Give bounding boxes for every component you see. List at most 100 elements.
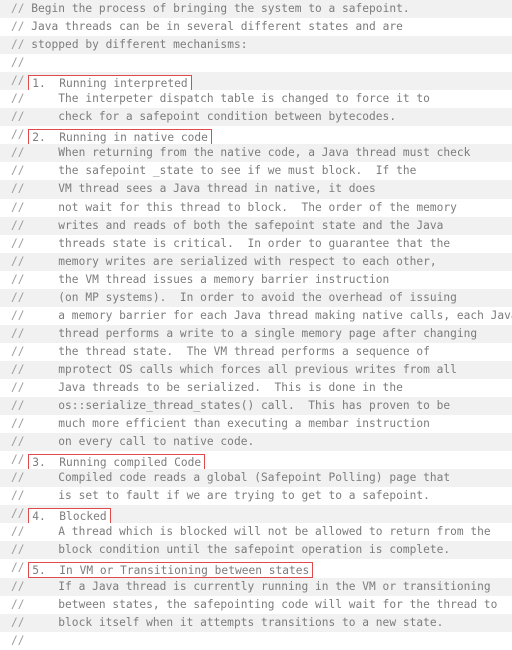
code-line[interactable]: // memory writes are serialized with res… xyxy=(0,252,512,271)
code-line[interactable]: // check for a safepoint condition betwe… xyxy=(0,108,512,127)
comment-text: between states, the safepointing code wi… xyxy=(58,597,498,611)
code-line[interactable]: // (on MP systems). In order to avoid th… xyxy=(0,288,512,307)
comment-text: mprotect OS calls which forces all previ… xyxy=(58,362,457,376)
code-line[interactable]: // 2. Running in native code xyxy=(0,126,512,145)
code-view[interactable]: // Begin the process of bringing the sys… xyxy=(0,0,512,650)
comment-marker: // xyxy=(11,380,25,394)
highlighted-list-item[interactable]: 4. Blocked xyxy=(28,507,111,524)
comment-text: When returning from the native code, a J… xyxy=(58,146,471,160)
code-line[interactable]: // the thread state. The VM thread perfo… xyxy=(0,342,512,361)
comment-marker: // xyxy=(11,164,25,178)
code-line[interactable]: // a memory barrier for each Java thread… xyxy=(0,306,512,325)
comment-text: stopped by different mechanisms: xyxy=(31,38,248,52)
comment-marker: // xyxy=(11,38,25,52)
code-line[interactable]: // When returning from the native code, … xyxy=(0,144,512,163)
highlighted-list-item[interactable]: 1. Running interpreted xyxy=(28,74,192,91)
code-line[interactable]: // between states, the safepointing code… xyxy=(0,595,512,614)
comment-marker: // xyxy=(11,525,25,539)
comment-text: the thread state. The VM thread performs… xyxy=(58,344,430,358)
code-line[interactable]: // block itself when it attempts transit… xyxy=(0,613,512,632)
comment-marker: // xyxy=(11,290,25,304)
comment-marker: // xyxy=(11,92,25,106)
highlighted-list-item[interactable]: 2. Running in native code xyxy=(28,128,212,145)
comment-marker: // xyxy=(11,344,25,358)
comment-marker: // xyxy=(11,489,25,503)
code-line[interactable]: // VM thread sees a Java thread in nativ… xyxy=(0,180,512,199)
code-line[interactable]: // threads state is critical. In order t… xyxy=(0,234,512,253)
code-line[interactable]: // on every call to native code. xyxy=(0,433,512,452)
comment-text: check for a safepoint condition between … xyxy=(58,110,397,124)
comment-marker: // xyxy=(11,182,25,196)
comment-marker: // xyxy=(11,417,25,431)
comment-marker: // xyxy=(11,507,25,521)
comment-text: Java threads can be in several different… xyxy=(31,20,403,34)
comment-text: block itself when it attempts transition… xyxy=(58,615,444,629)
code-line[interactable]: // stopped by different mechanisms: xyxy=(0,36,512,55)
comment-marker: // xyxy=(11,308,25,322)
comment-text: not wait for this thread to block. The o… xyxy=(58,200,457,214)
code-line[interactable]: // is set to fault if we are trying to g… xyxy=(0,487,512,506)
comment-text: on every call to native code. xyxy=(58,435,255,449)
comment-marker: // xyxy=(11,453,25,467)
comment-text: VM thread sees a Java thread in native, … xyxy=(58,182,376,196)
comment-marker: // xyxy=(11,218,25,232)
code-line[interactable]: // mprotect OS calls which forces all pr… xyxy=(0,360,512,379)
code-line[interactable]: // block condition until the safepoint o… xyxy=(0,541,512,560)
code-line[interactable]: // The interpeter dispatch table is chan… xyxy=(0,90,512,109)
comment-text: thread performs a write to a single memo… xyxy=(58,326,478,340)
comment-text: is set to fault if we are trying to get … xyxy=(58,489,430,503)
code-line[interactable]: // xyxy=(0,54,512,73)
highlighted-list-item[interactable]: 3. Running compiled Code xyxy=(28,453,206,470)
comment-text: memory writes are serialized with respec… xyxy=(58,254,437,268)
comment-marker: // xyxy=(11,74,25,88)
code-line[interactable]: // Java threads to be serialized. This i… xyxy=(0,378,512,398)
code-line[interactable]: // 3. Running compiled Code xyxy=(0,451,512,470)
comment-text: Java threads to be serialized. This is d… xyxy=(58,380,403,394)
code-line[interactable]: // Compiled code reads a global (Safepoi… xyxy=(0,469,512,488)
code-line[interactable]: // writes and reads of both the safepoin… xyxy=(0,216,512,235)
code-line[interactable]: // A thread which is blocked will not be… xyxy=(0,523,512,542)
highlighted-list-item[interactable]: 5. In VM or Transitioning between states xyxy=(28,561,314,578)
comment-text: writes and reads of both the safepoint s… xyxy=(58,218,444,232)
comment-marker: // xyxy=(11,543,25,557)
code-line[interactable]: // 5. In VM or Transitioning between sta… xyxy=(0,559,512,578)
code-line[interactable]: // xyxy=(0,631,512,650)
comment-text: Compiled code reads a global (Safepoint … xyxy=(58,471,451,485)
code-line[interactable]: // Java threads can be in several differ… xyxy=(0,18,512,37)
code-line[interactable]: // the safepoint _state to see if we mus… xyxy=(0,162,512,181)
code-line[interactable]: // Begin the process of bringing the sys… xyxy=(0,0,512,19)
comment-marker: // xyxy=(11,146,25,160)
code-line[interactable]: // thread performs a write to a single m… xyxy=(0,324,512,343)
comment-marker: // xyxy=(11,200,25,214)
comment-marker: // xyxy=(11,471,25,485)
code-line[interactable]: // 4. Blocked xyxy=(0,505,512,524)
comment-text: Begin the process of bringing the system… xyxy=(31,2,410,15)
comment-text: the safepoint _state to see if we must b… xyxy=(58,164,417,178)
code-line[interactable]: // 1. Running interpreted xyxy=(0,72,512,91)
code-line[interactable]: // os::serialize_thread_states() call. T… xyxy=(0,397,512,416)
code-line[interactable]: // not wait for this thread to block. Th… xyxy=(0,198,512,217)
code-line[interactable]: // If a Java thread is currently running… xyxy=(0,577,512,596)
comment-marker: // xyxy=(11,254,25,268)
comment-text: os::serialize_thread_states() call. This… xyxy=(58,399,451,413)
code-line[interactable]: // much more efficient than executing a … xyxy=(0,415,512,434)
comment-marker: // xyxy=(11,362,25,376)
code-line[interactable]: // the VM thread issues a memory barrier… xyxy=(0,270,512,289)
